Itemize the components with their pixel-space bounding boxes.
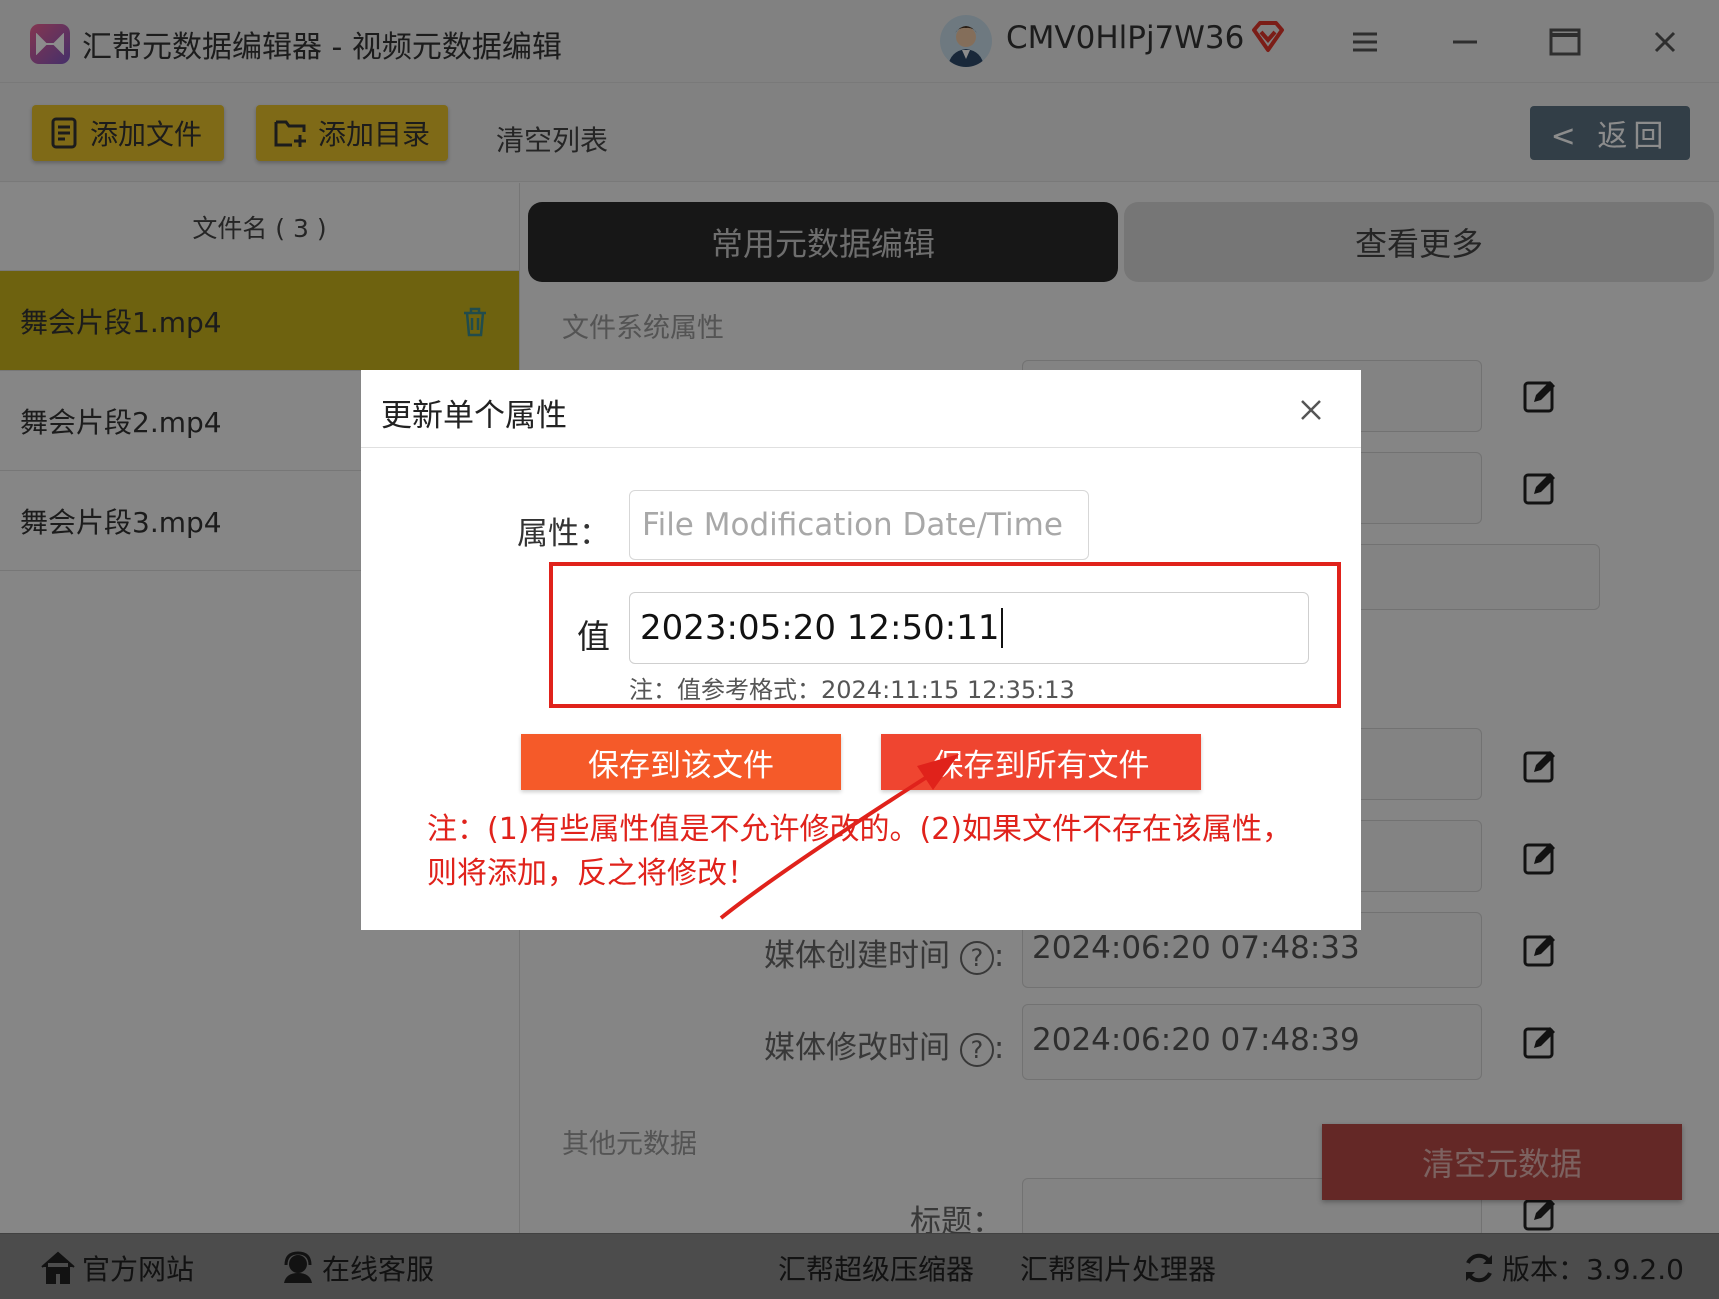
format-note: 注：值参考格式：2024:11:15 12:35:13	[629, 676, 1075, 704]
property-label: 属性：	[517, 516, 610, 552]
value-label: 值	[577, 617, 610, 656]
save-to-this-file-button[interactable]: 保存到该文件	[521, 734, 841, 790]
property-input[interactable]: File Modification Date/Time	[629, 490, 1089, 560]
warning-note: 注：(1)有些属性值是不允许修改的。(2)如果文件不存在该属性，则将添加，反之将…	[427, 812, 1292, 891]
dialog-close-icon[interactable]	[1295, 394, 1327, 426]
value-input[interactable]: 2023:05:20 12:50:11	[629, 592, 1309, 664]
dialog-title: 更新单个属性	[381, 398, 567, 434]
text-caret	[1001, 608, 1004, 648]
value-text: 2023:05:20 12:50:11	[640, 608, 1000, 648]
update-property-dialog: 更新单个属性 属性： File Modification Date/Time 值…	[361, 370, 1361, 930]
dialog-header: 更新单个属性	[361, 370, 1361, 448]
save-to-all-files-button[interactable]: 保存到所有文件	[881, 734, 1201, 790]
